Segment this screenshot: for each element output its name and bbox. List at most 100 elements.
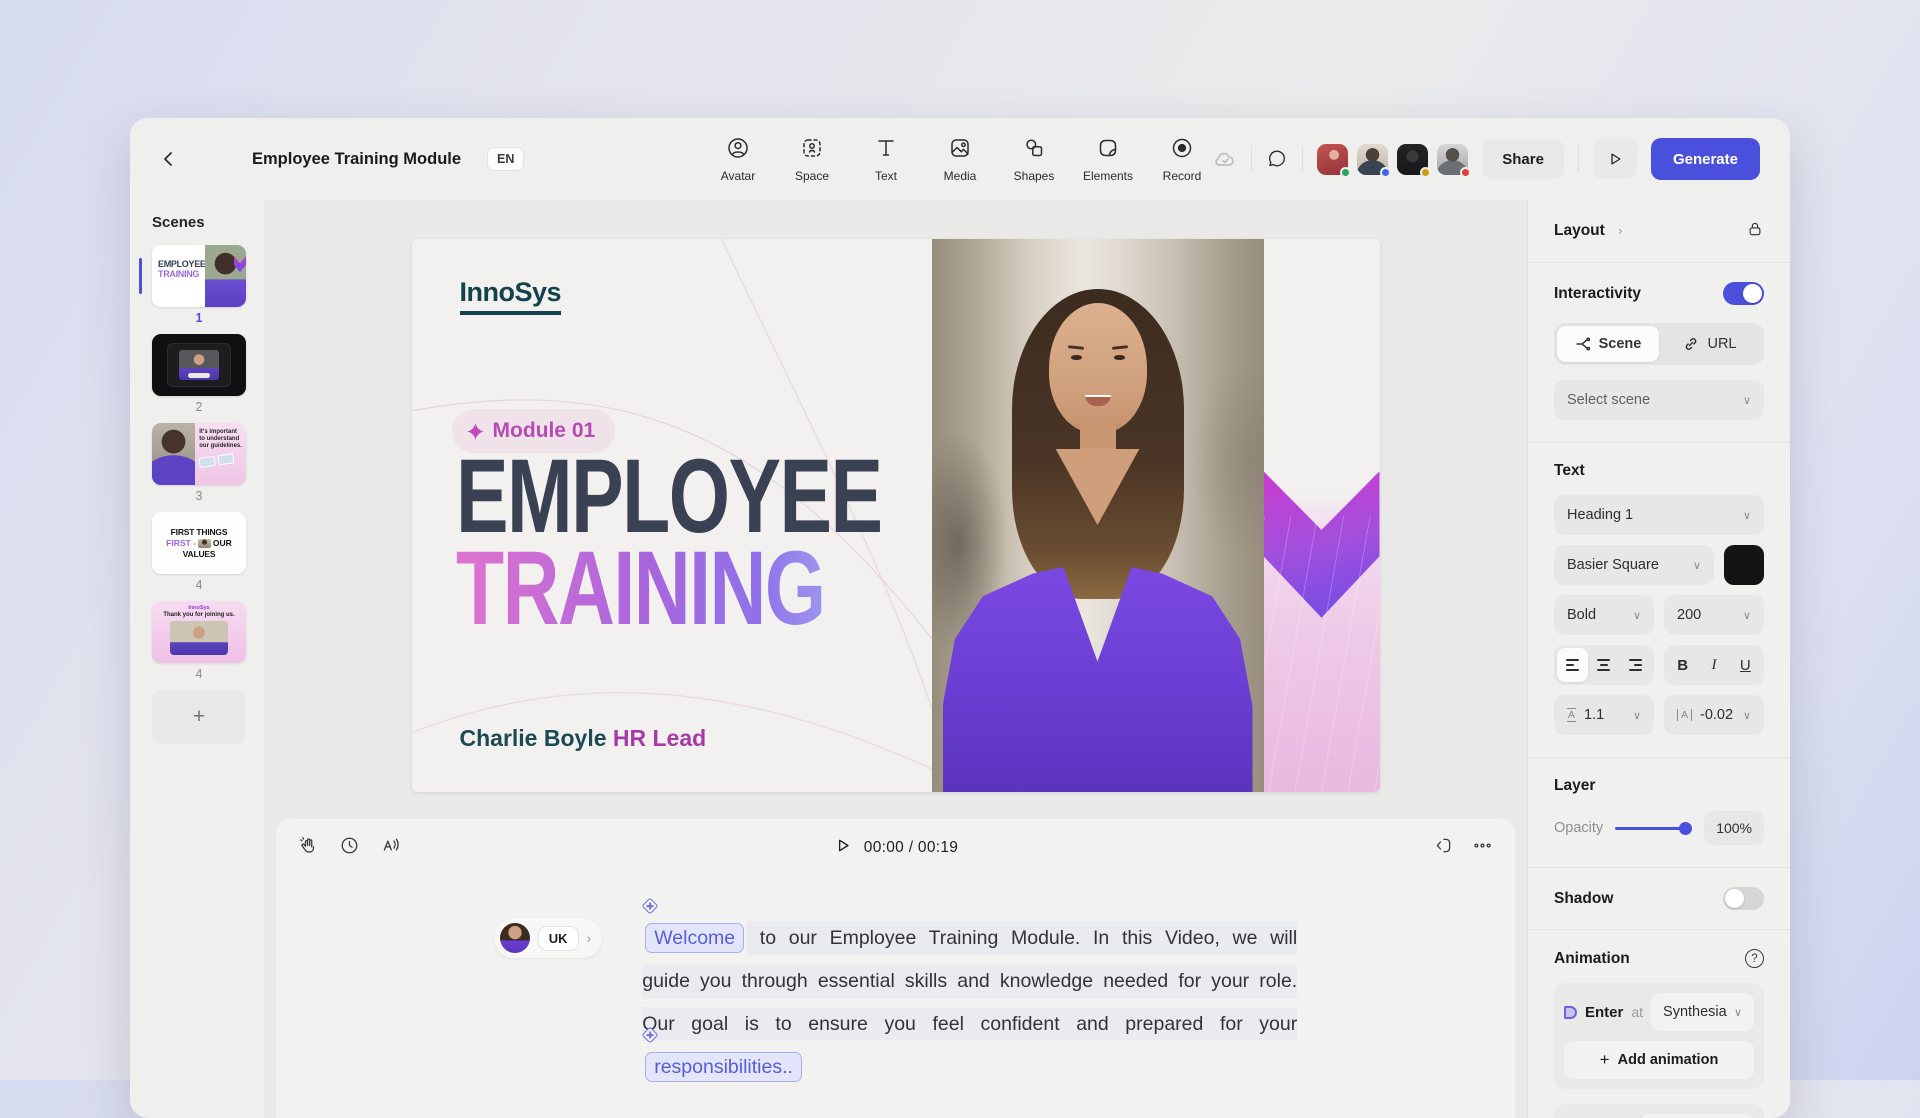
video-canvas[interactable]: InnoSys Module 01 EMPLOYEE TRAINING Char…	[412, 239, 1380, 792]
italic-button[interactable]: I	[1698, 648, 1729, 682]
plus-icon: +	[1600, 1050, 1610, 1070]
layer-label: Layer	[1554, 777, 1764, 795]
help-icon[interactable]: ?	[1745, 949, 1764, 968]
scene-thumbnail-4[interactable]: FIRST THINGS FIRST - OUR VALUES 4	[152, 512, 246, 592]
font-size-dropdown[interactable]: 200 ∨	[1664, 595, 1764, 635]
presenter-caption[interactable]: Charlie Boyle HR Lead	[460, 725, 707, 752]
script-panel: 00:00 / 00:19 UK ›	[276, 819, 1515, 1118]
bold-button[interactable]: B	[1667, 648, 1698, 682]
language-badge[interactable]: EN	[487, 147, 524, 171]
align-right-button[interactable]	[1620, 648, 1651, 682]
sync-status-icon	[1213, 147, 1237, 171]
voice-avatar	[500, 923, 530, 953]
back-icon[interactable]	[160, 150, 178, 168]
menu-icon[interactable]	[202, 151, 224, 167]
script-highlight-segment[interactable]: responsibilities..	[645, 1052, 802, 1082]
align-left-button[interactable]	[1557, 648, 1588, 682]
voice-language-badge: UK	[538, 926, 579, 951]
font-family-dropdown[interactable]: Basier Square ∨	[1554, 545, 1714, 585]
collaborator-avatar[interactable]	[1397, 144, 1428, 175]
layout-row[interactable]: Layout ›	[1554, 200, 1764, 262]
line-height-icon: A	[1567, 708, 1576, 722]
divider	[1251, 146, 1252, 172]
underline-button[interactable]: U	[1730, 648, 1761, 682]
gesture-icon[interactable]	[298, 835, 319, 861]
interactivity-toggle[interactable]	[1723, 282, 1764, 305]
app-window: Employee Training Module EN Avatar Space…	[130, 118, 1790, 1118]
scene-thumbnail-3[interactable]: It's important to understand our guideli…	[152, 423, 246, 503]
brand-logo[interactable]: InnoSys	[460, 277, 562, 315]
more-options-icon[interactable]	[1472, 835, 1493, 861]
play-icon[interactable]	[833, 836, 852, 860]
photo-chip	[198, 539, 211, 548]
layout-label: Layout	[1554, 222, 1605, 239]
scene-number: 4	[152, 667, 246, 681]
canvas-title[interactable]: EMPLOYEE TRAINING	[456, 451, 882, 636]
divider	[1302, 146, 1303, 172]
tab-url[interactable]: URL	[1659, 326, 1761, 362]
collaborator-avatar[interactable]	[1357, 144, 1388, 175]
script-highlight-segment[interactable]: Welcome	[645, 923, 744, 953]
topbar: Employee Training Module EN Avatar Space…	[130, 118, 1790, 200]
collapse-panel-icon[interactable]	[1433, 835, 1454, 861]
voice-selector[interactable]: UK ›	[494, 918, 602, 958]
scene-number: 3	[152, 489, 246, 503]
letter-spacing-icon: A	[1677, 709, 1692, 721]
toolbar-text[interactable]: Text	[857, 136, 915, 183]
divider	[1578, 146, 1579, 172]
text-style-dropdown[interactable]: Heading 1 ∨	[1554, 495, 1764, 535]
generate-button[interactable]: Generate	[1651, 138, 1760, 180]
scene-thumbnail-2[interactable]: 2	[152, 334, 246, 414]
preview-play-button[interactable]	[1593, 139, 1637, 179]
sparkle-icon	[467, 423, 484, 440]
collaborator-avatar[interactable]	[1317, 144, 1348, 175]
scene-number: 4	[152, 578, 246, 592]
font-weight-dropdown[interactable]: Bold ∨	[1554, 595, 1654, 635]
chevron-down-icon: ∨	[1693, 559, 1701, 572]
toolbar-elements[interactable]: Elements	[1079, 136, 1137, 183]
chevron-down-icon: ∨	[1633, 709, 1641, 722]
scenes-sidebar: Scenes EMPLOYEE TRAINING 1 2	[130, 200, 264, 1118]
toolbar-avatar[interactable]: Avatar	[709, 136, 767, 183]
share-button[interactable]: Share	[1482, 139, 1564, 179]
scene-number: 1	[152, 311, 246, 325]
voice-icon[interactable]	[380, 835, 401, 861]
canvas-text-area[interactable]: InnoSys Module 01 EMPLOYEE TRAINING Char…	[412, 239, 932, 792]
exit-animation-dropdown[interactable]: business ∨	[1640, 1114, 1754, 1118]
canvas-accent-strip[interactable]	[1264, 239, 1380, 792]
add-animation-button[interactable]: + Add animation	[1564, 1041, 1754, 1079]
script-editor: UK › Welcome to our Employee Training Mo…	[276, 917, 1515, 1118]
toolbar-media[interactable]: Media	[931, 136, 989, 183]
scene-thumbnail-5[interactable]: InnoSys Thank you for joining us. 4	[152, 601, 246, 681]
letter-spacing-dropdown[interactable]: A -0.02 ∨	[1664, 695, 1764, 735]
align-center-button[interactable]	[1588, 648, 1619, 682]
duration-icon[interactable]	[339, 835, 360, 861]
toolbar-space[interactable]: Space	[783, 136, 841, 183]
add-scene-button[interactable]: +	[152, 690, 246, 744]
line-height-dropdown[interactable]: A 1.1 ∨	[1554, 695, 1654, 735]
shadow-toggle[interactable]	[1723, 887, 1764, 910]
enter-animation-dropdown[interactable]: Synthesia ∨	[1651, 993, 1754, 1031]
text-icon	[874, 136, 898, 165]
presenter-video[interactable]	[932, 239, 1264, 792]
chevron-down-icon: ∨	[1743, 709, 1751, 722]
chevron-down-icon: ∨	[1734, 1006, 1742, 1019]
collaborator-avatar[interactable]	[1437, 144, 1468, 175]
chevron-right-icon: ›	[1618, 223, 1622, 238]
record-icon	[1170, 136, 1194, 165]
toolbar-record[interactable]: Record	[1153, 136, 1211, 183]
scene-thumbnail-1[interactable]: EMPLOYEE TRAINING 1	[152, 245, 246, 325]
animation-marker-icon[interactable]	[642, 898, 659, 915]
comments-icon[interactable]	[1266, 148, 1288, 170]
enter-animation-card: Enter at Synthesia ∨ + Add animation	[1554, 983, 1764, 1089]
select-scene-dropdown[interactable]: Select scene ∨	[1554, 380, 1764, 420]
script-text[interactable]: Welcome to our Employee Training Module.…	[642, 917, 1297, 1089]
tab-scene[interactable]: Scene	[1557, 326, 1659, 362]
media-icon	[948, 136, 972, 165]
opacity-slider[interactable]	[1615, 822, 1692, 835]
chevron-down-icon: ∨	[1743, 509, 1751, 522]
layer-section: Layer Opacity 100%	[1554, 758, 1764, 867]
lock-icon[interactable]	[1746, 220, 1764, 243]
toolbar-shapes[interactable]: Shapes	[1005, 136, 1063, 183]
text-color-swatch[interactable]	[1724, 545, 1764, 585]
